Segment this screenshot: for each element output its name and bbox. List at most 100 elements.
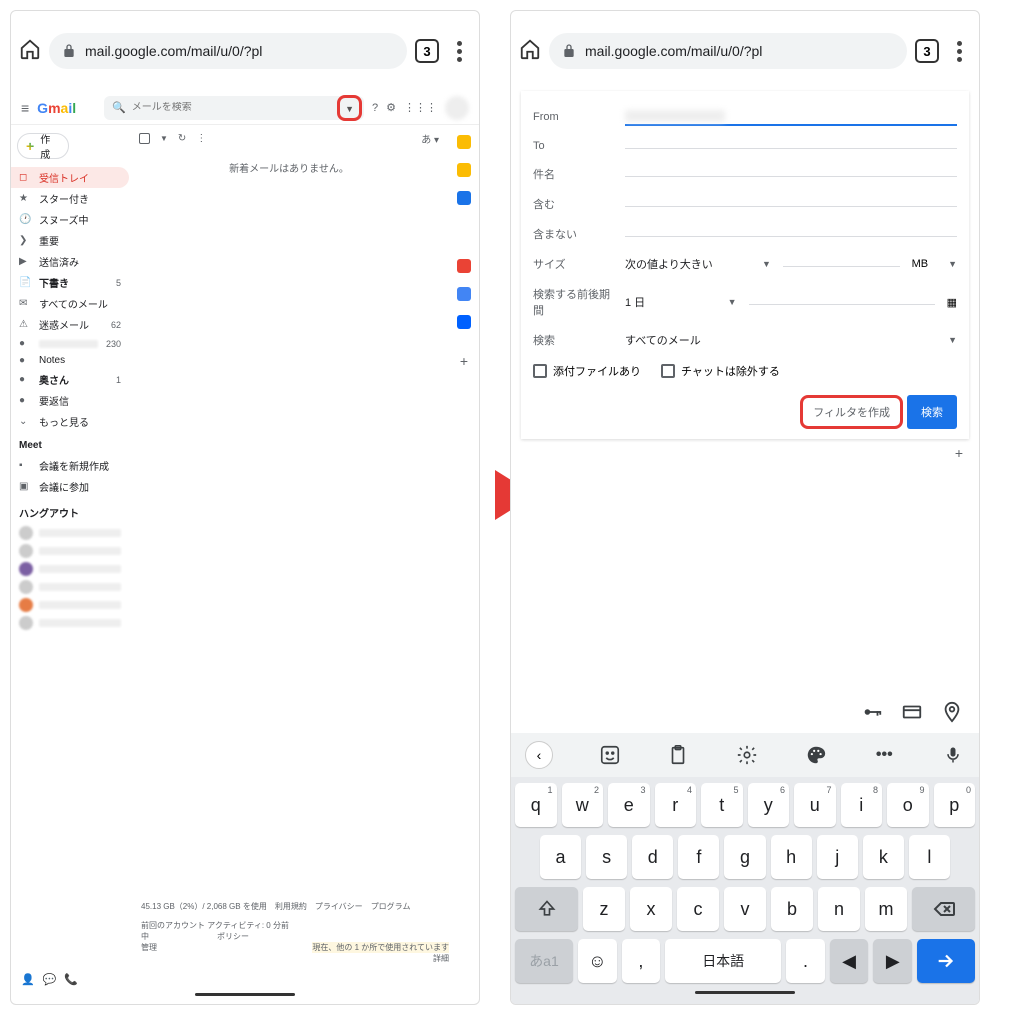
search-button[interactable]: 検索 bbox=[907, 395, 957, 429]
add-addon-icon[interactable]: + bbox=[511, 439, 979, 467]
key-c[interactable]: c bbox=[677, 887, 719, 931]
add-addon-icon[interactable]: + bbox=[460, 353, 468, 369]
comma-key[interactable]: , bbox=[622, 939, 661, 983]
nav-handle[interactable] bbox=[695, 991, 795, 994]
sidebar-item-notes[interactable]: ●Notes bbox=[11, 352, 129, 369]
hamburger-icon[interactable]: ≡ bbox=[21, 100, 29, 116]
chevron-down-icon[interactable]: ▼ bbox=[160, 134, 168, 143]
settings-icon[interactable]: ⚙ bbox=[386, 101, 396, 114]
tab-count[interactable]: 3 bbox=[415, 39, 439, 63]
search-input[interactable] bbox=[132, 102, 356, 113]
key-l[interactable]: l bbox=[909, 835, 950, 879]
create-filter-button[interactable]: フィルタを作成 bbox=[800, 395, 903, 429]
hangout-contact[interactable] bbox=[11, 596, 129, 614]
subject-input[interactable] bbox=[625, 172, 957, 177]
tab-count[interactable]: 3 bbox=[915, 39, 939, 63]
key-o[interactable]: o9 bbox=[887, 783, 929, 827]
key-x[interactable]: x bbox=[630, 887, 672, 931]
key-icon[interactable] bbox=[861, 701, 883, 723]
keep-icon[interactable] bbox=[457, 163, 471, 177]
sticker-icon[interactable] bbox=[598, 743, 622, 767]
key-v[interactable]: v bbox=[724, 887, 766, 931]
home-icon[interactable] bbox=[19, 38, 41, 65]
home-icon[interactable] bbox=[519, 38, 541, 65]
lang-switch-key[interactable]: あa1 bbox=[515, 939, 573, 983]
hangout-contact[interactable] bbox=[11, 524, 129, 542]
period-key[interactable]: . bbox=[786, 939, 825, 983]
meet-join[interactable]: ▣会議に参加 bbox=[11, 476, 129, 497]
size-value-input[interactable] bbox=[783, 262, 900, 267]
calendar-icon[interactable] bbox=[457, 135, 471, 149]
size-unit-select[interactable]: MB▼ bbox=[912, 258, 957, 270]
apps-icon[interactable]: ⋮⋮⋮ bbox=[404, 101, 437, 114]
date-within-select[interactable]: 1 日▼ bbox=[625, 294, 737, 310]
key-u[interactable]: u7 bbox=[794, 783, 836, 827]
browser-menu-icon[interactable] bbox=[447, 41, 471, 62]
key-f[interactable]: f bbox=[678, 835, 719, 879]
refresh-icon[interactable]: ↻ bbox=[178, 133, 186, 144]
avatar[interactable] bbox=[445, 96, 469, 120]
sidebar-item-inbox[interactable]: ◻受信トレイ bbox=[11, 167, 129, 188]
sidebar-item-reply[interactable]: ●要返信 bbox=[11, 390, 129, 411]
kb-back-button[interactable]: ‹ bbox=[525, 741, 553, 769]
hangout-contact[interactable] bbox=[11, 560, 129, 578]
sidebar-item-snoozed[interactable]: 🕐スヌーズ中 bbox=[11, 209, 129, 230]
addon-icon[interactable] bbox=[457, 315, 471, 329]
key-d[interactable]: d bbox=[632, 835, 673, 879]
haswords-input[interactable] bbox=[625, 202, 957, 207]
location-icon[interactable] bbox=[941, 701, 963, 723]
sidebar-item-important[interactable]: ❯重要 bbox=[11, 230, 129, 251]
phone-icon[interactable]: 📞 bbox=[64, 973, 78, 986]
hangout-contact[interactable] bbox=[11, 578, 129, 596]
key-e[interactable]: e3 bbox=[608, 783, 650, 827]
calendar-icon[interactable]: ▦ bbox=[947, 296, 957, 309]
url-bar[interactable]: mail.google.com/mail/u/0/?pl bbox=[549, 33, 907, 69]
sidebar-item-drafts[interactable]: 📄下書き5 bbox=[11, 272, 129, 293]
key-j[interactable]: j bbox=[817, 835, 858, 879]
key-y[interactable]: y6 bbox=[748, 783, 790, 827]
search-options-dropdown[interactable]: ▼ bbox=[337, 95, 362, 121]
enter-key[interactable] bbox=[917, 939, 975, 983]
hangout-contact[interactable] bbox=[11, 614, 129, 632]
to-input[interactable] bbox=[625, 144, 957, 149]
settings-icon[interactable] bbox=[735, 743, 759, 767]
key-r[interactable]: r4 bbox=[655, 783, 697, 827]
palette-icon[interactable] bbox=[804, 743, 828, 767]
has-attachment-checkbox[interactable]: 添付ファイルあり bbox=[533, 363, 641, 379]
nothave-input[interactable] bbox=[625, 232, 957, 237]
addon-icon[interactable] bbox=[457, 287, 471, 301]
sidebar-item-sent[interactable]: ▶送信済み bbox=[11, 251, 129, 272]
right-arrow-key[interactable]: ▶ bbox=[873, 939, 912, 983]
key-q[interactable]: q1 bbox=[515, 783, 557, 827]
input-lang[interactable]: あ ▾ bbox=[421, 131, 439, 146]
sidebar-item-more[interactable]: ⌄もっと見る bbox=[11, 411, 129, 432]
backspace-key[interactable] bbox=[912, 887, 975, 931]
more-icon[interactable]: ⋮ bbox=[196, 133, 206, 144]
key-m[interactable]: m bbox=[865, 887, 907, 931]
key-g[interactable]: g bbox=[724, 835, 765, 879]
key-s[interactable]: s bbox=[586, 835, 627, 879]
sidebar-item-okusan[interactable]: ●奥さん1 bbox=[11, 369, 129, 390]
browser-menu-icon[interactable] bbox=[947, 41, 971, 62]
date-input[interactable] bbox=[749, 300, 935, 305]
more-icon[interactable]: ••• bbox=[872, 743, 896, 767]
key-a[interactable]: a bbox=[540, 835, 581, 879]
shift-key[interactable] bbox=[515, 887, 578, 931]
key-h[interactable]: h bbox=[771, 835, 812, 879]
key-k[interactable]: k bbox=[863, 835, 904, 879]
key-n[interactable]: n bbox=[818, 887, 860, 931]
chat-icon[interactable]: 💬 bbox=[43, 973, 57, 986]
size-operator-select[interactable]: 次の値より大きい▼ bbox=[625, 256, 771, 272]
addon-icon[interactable] bbox=[457, 259, 471, 273]
key-z[interactable]: z bbox=[583, 887, 625, 931]
from-input[interactable] bbox=[625, 108, 957, 126]
key-i[interactable]: i8 bbox=[841, 783, 883, 827]
exclude-chat-checkbox[interactable]: チャットは除外する bbox=[661, 363, 780, 379]
url-bar[interactable]: mail.google.com/mail/u/0/?pl bbox=[49, 33, 407, 69]
select-all-checkbox[interactable] bbox=[139, 133, 150, 144]
emoji-key[interactable]: ☺ bbox=[578, 939, 617, 983]
compose-button[interactable]: + 作成 bbox=[17, 133, 69, 159]
key-p[interactable]: p0 bbox=[934, 783, 976, 827]
key-t[interactable]: t5 bbox=[701, 783, 743, 827]
mic-icon[interactable] bbox=[941, 743, 965, 767]
